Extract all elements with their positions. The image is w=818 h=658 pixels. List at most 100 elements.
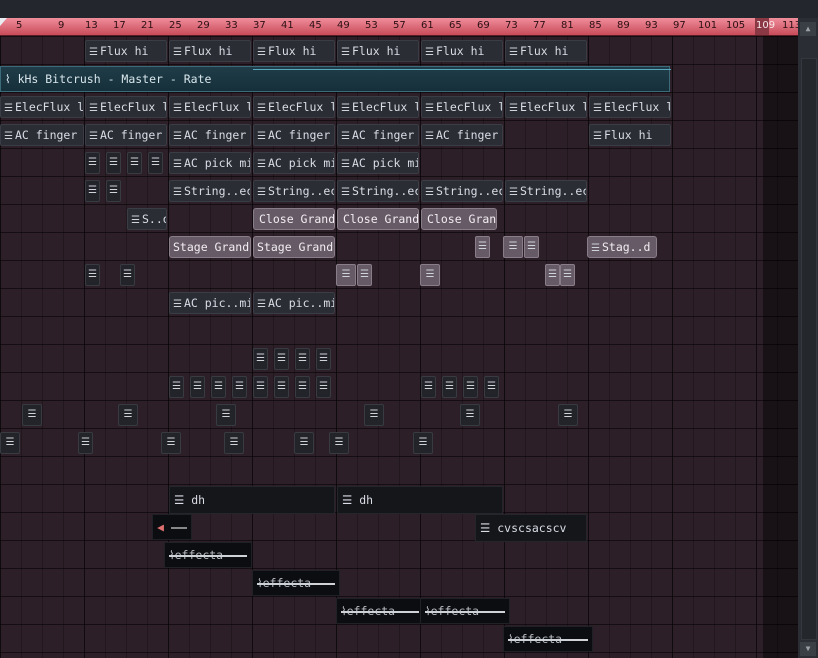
pattern-clip[interactable]: ☰ElecFlux low <box>253 96 335 118</box>
pattern-clip-small[interactable]: ☰ <box>169 376 184 398</box>
song-position-marker[interactable] <box>0 18 7 26</box>
pattern-clip-small[interactable]: ☰ <box>216 404 236 426</box>
audio-clip[interactable]: ◀ <box>152 514 192 540</box>
pattern-clip[interactable]: ☰ Flux hi <box>169 40 251 62</box>
pattern-clip-small[interactable]: ☰ <box>85 152 100 174</box>
pattern-clip[interactable]: ☰AC pick mid <box>253 152 335 174</box>
pattern-clip-small[interactable]: ☰ <box>560 264 575 286</box>
pattern-clip-small[interactable]: ☰ <box>357 264 372 286</box>
pattern-clip[interactable]: Stage Grand <box>253 236 335 258</box>
pattern-clip[interactable]: Stage Grand <box>169 236 251 258</box>
audio-clip[interactable]: ⌇effecta <box>252 570 340 596</box>
pattern-clip-small[interactable]: ☰ <box>484 376 499 398</box>
pattern-clip-small[interactable]: ☰ <box>413 432 433 454</box>
pattern-clip-small[interactable]: ☰ <box>442 376 457 398</box>
pattern-clip-small[interactable]: ☰ <box>460 404 480 426</box>
pattern-clip-small[interactable]: ☰ <box>106 152 121 174</box>
pattern-clip[interactable]: Close Grand <box>337 208 419 230</box>
pattern-clip-small[interactable]: ☰ <box>78 432 93 454</box>
pattern-clip[interactable]: Close Grand <box>253 208 335 230</box>
pattern-clip[interactable]: ☰ElecFlux low <box>505 96 587 118</box>
scroll-up-icon[interactable]: ▲ <box>800 22 816 36</box>
pattern-clip-small[interactable]: ☰ <box>22 404 42 426</box>
pattern-clip-small[interactable]: ☰ <box>463 376 478 398</box>
pattern-clip-small[interactable]: ☰ <box>85 180 100 202</box>
pattern-clip[interactable]: ☰AC pic..mid #3 <box>169 292 251 314</box>
pattern-clip[interactable]: ☰AC finger low <box>85 124 167 146</box>
pattern-clip-small[interactable]: ☰ <box>106 180 121 202</box>
pattern-clip[interactable]: ☰ Flux hi <box>85 40 167 62</box>
audio-clip[interactable]: ⌇effecta <box>503 626 593 652</box>
pattern-clip[interactable]: ☰ Flux hi <box>505 40 587 62</box>
pattern-clip[interactable]: ☰ElecFlux low <box>169 96 251 118</box>
pattern-clip[interactable]: ☰ElecFlux low <box>0 96 84 118</box>
pattern-icon: ☰ <box>425 187 434 198</box>
pattern-clip[interactable]: ☰ElecFlux low <box>337 96 419 118</box>
pattern-clip[interactable]: ☰ElecFlux low <box>589 96 671 118</box>
pattern-clip-small[interactable]: ☰ <box>316 348 331 370</box>
pattern-clip-small[interactable]: ☰ <box>316 376 331 398</box>
pattern-clip[interactable]: ☰Stag..d #3 <box>587 236 657 258</box>
pattern-clip[interactable]: ☰ Flux hi <box>337 40 419 62</box>
pattern-clip-small[interactable]: ☰ <box>420 264 440 286</box>
pattern-clip-small[interactable]: ☰ <box>120 264 135 286</box>
pattern-clip-small[interactable]: ☰ <box>232 376 247 398</box>
pattern-clip-small[interactable]: ☰ <box>295 376 310 398</box>
pattern-clip-small[interactable]: ☰ <box>148 152 163 174</box>
pattern-clip[interactable]: Close Grand <box>421 208 497 230</box>
pattern-clip[interactable]: ☰String..ection <box>505 180 587 202</box>
pattern-clip-small[interactable]: ☰ <box>294 432 314 454</box>
pattern-clip-small[interactable]: ☰ <box>274 348 289 370</box>
pattern-clip[interactable]: ☰ dh <box>169 486 335 514</box>
pattern-clip-small[interactable]: ☰ <box>545 264 560 286</box>
pattern-clip[interactable]: ☰AC finger low <box>337 124 419 146</box>
pattern-clip-small[interactable]: ☰ <box>190 376 205 398</box>
pattern-clip-small[interactable]: ☰ <box>558 404 578 426</box>
pattern-clip[interactable]: ☰AC finger low <box>253 124 335 146</box>
audio-clip[interactable]: ⌇effecta <box>420 598 510 624</box>
pattern-clip[interactable]: ☰ Flux hi <box>253 40 335 62</box>
pattern-clip[interactable]: ☰ Flux hi <box>589 124 671 146</box>
scrollbar-thumb[interactable] <box>801 58 817 640</box>
pattern-clip-small[interactable]: ☰ <box>475 236 490 258</box>
pattern-clip-small[interactable]: ☰ <box>253 376 268 398</box>
pattern-clip[interactable]: ☰AC pick mid <box>169 152 251 174</box>
audio-clip[interactable]: ⌇effecta <box>164 542 252 568</box>
pattern-clip[interactable]: ☰AC finger low <box>169 124 251 146</box>
pattern-clip-small[interactable]: ☰ <box>295 348 310 370</box>
pattern-clip[interactable]: ☰String..ection <box>169 180 251 202</box>
pattern-clip-small[interactable]: ☰ <box>127 152 142 174</box>
pattern-clip[interactable]: ☰AC pick mid <box>337 152 419 174</box>
pattern-clip-small[interactable]: ☰ <box>0 432 20 454</box>
pattern-clip[interactable]: ☰ElecFlux low <box>421 96 503 118</box>
scroll-down-icon[interactable]: ▼ <box>800 642 816 656</box>
pattern-clip-small[interactable]: ☰ <box>118 404 138 426</box>
pattern-clip[interactable]: ☰String..ection <box>337 180 419 202</box>
pattern-clip-small[interactable]: ☰ <box>421 376 436 398</box>
pattern-clip-small[interactable]: ☰ <box>211 376 226 398</box>
pattern-clip[interactable]: ☰AC finger low <box>0 124 84 146</box>
pattern-clip[interactable]: ☰String..ection <box>253 180 335 202</box>
pattern-clip-small[interactable]: ☰ <box>85 264 100 286</box>
vertical-scrollbar[interactable]: ▲ ▼ <box>798 18 818 658</box>
pattern-clip-small[interactable]: ☰ <box>329 432 349 454</box>
pattern-clip[interactable]: ☰AC finger low <box>421 124 503 146</box>
pattern-clip-small[interactable]: ☰ <box>224 432 244 454</box>
automation-clip[interactable]: ⌇ kHs Bitcrush - Master - Rate <box>0 66 671 92</box>
pattern-clip[interactable]: ☰ cvscsacscv <box>475 514 587 542</box>
pattern-clip-small[interactable]: ☰ <box>253 348 268 370</box>
pattern-clip-small[interactable]: ☰ <box>364 404 384 426</box>
pattern-clip[interactable]: ☰ElecFlux low <box>85 96 167 118</box>
audio-clip[interactable]: ⌇effecta <box>336 598 424 624</box>
timeline-ruler[interactable]: 5 9 13 17 21 25 29 33 37 41 45 49 53 57 … <box>0 18 801 36</box>
pattern-clip[interactable]: ☰AC pic..mid #3 <box>253 292 335 314</box>
pattern-clip-small[interactable]: ☰ <box>161 432 181 454</box>
pattern-clip[interactable]: ☰S..on <box>127 208 167 230</box>
pattern-clip-small[interactable]: ☰ <box>524 236 539 258</box>
pattern-clip-small[interactable]: ☰ <box>274 376 289 398</box>
pattern-clip[interactable]: ☰ Flux hi <box>421 40 503 62</box>
pattern-clip[interactable]: ☰String..ection <box>421 180 503 202</box>
pattern-clip[interactable]: ☰ dh <box>337 486 503 514</box>
pattern-clip-small[interactable]: ☰ <box>336 264 356 286</box>
pattern-clip-small[interactable]: ☰ <box>503 236 523 258</box>
